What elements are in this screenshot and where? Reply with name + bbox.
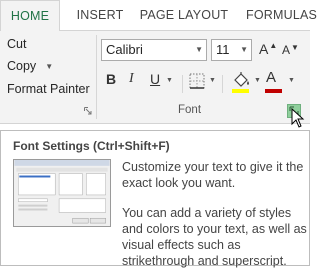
increase-font-size-button[interactable]: A▲ [259,41,277,61]
borders-icon[interactable] [189,73,205,89]
copy-button[interactable]: Copy ▼ [7,59,53,73]
fill-color-icon[interactable] [230,71,252,91]
chevron-down-icon[interactable]: ▼ [288,77,295,84]
ribbon-panel: Cut Copy ▼ Format Painter Calibri ▼ 11 ▼ … [0,30,310,124]
format-painter-label: Format Painter [7,82,90,96]
copy-label: Copy [7,59,37,73]
shrink-font-letter: A [282,43,291,57]
tab-insert[interactable]: INSERT [74,0,126,31]
decrease-font-size-button[interactable]: A▼ [282,43,299,63]
font-size-value: 11 [216,42,230,57]
font-group-label: Font [178,104,202,116]
divider [222,75,223,93]
tab-page-layout[interactable]: PAGE LAYOUT [138,0,230,31]
chevron-down-icon: ▼ [195,45,203,54]
tooltip-description: Customize your text to give it the exact… [122,160,304,190]
chevron-down-icon[interactable]: ▼ [209,77,216,84]
tooltip-details: You can add a variety of styles and colo… [122,206,307,268]
italic-button[interactable]: I [129,71,134,93]
chevron-down-icon[interactable]: ▼ [254,77,261,84]
dialog-launcher-icon[interactable] [84,107,92,115]
tab-formulas[interactable]: FORMULAS [240,0,320,31]
group-divider [96,35,97,119]
font-settings-tooltip: Font Settings (Ctrl+Shift+F) Customize y… [0,130,310,268]
chevron-down-icon: ▼ [240,45,248,54]
font-name-value: Calibri [106,42,143,57]
underline-button[interactable]: U [150,71,160,93]
font-color-button[interactable]: A [266,69,276,86]
font-name-dropdown[interactable]: Calibri ▼ [101,39,207,61]
cut-label: Cut [7,37,27,51]
bold-button[interactable]: B [106,71,116,93]
caret-up-icon: ▲ [269,41,278,50]
format-cells-dialog-thumbnail [13,159,111,227]
chevron-down-icon[interactable]: ▼ [45,62,53,71]
grow-font-letter: A [259,41,269,57]
ribbon-tab-bar: HOME INSERT PAGE LAYOUT FORMULAS [0,0,317,31]
tab-home[interactable]: HOME [0,0,60,31]
fill-color-swatch [232,89,249,93]
cut-button[interactable]: Cut [7,37,26,51]
divider [182,75,183,93]
chevron-down-icon[interactable]: ▼ [166,77,173,84]
font-size-dropdown[interactable]: 11 ▼ [211,39,252,61]
caret-down-icon: ▼ [291,43,299,52]
font-color-swatch [265,89,282,93]
mouse-cursor-icon [291,108,305,128]
format-painter-button[interactable]: Format Painter [7,82,90,96]
tooltip-title: Font Settings (Ctrl+Shift+F) [13,139,170,153]
